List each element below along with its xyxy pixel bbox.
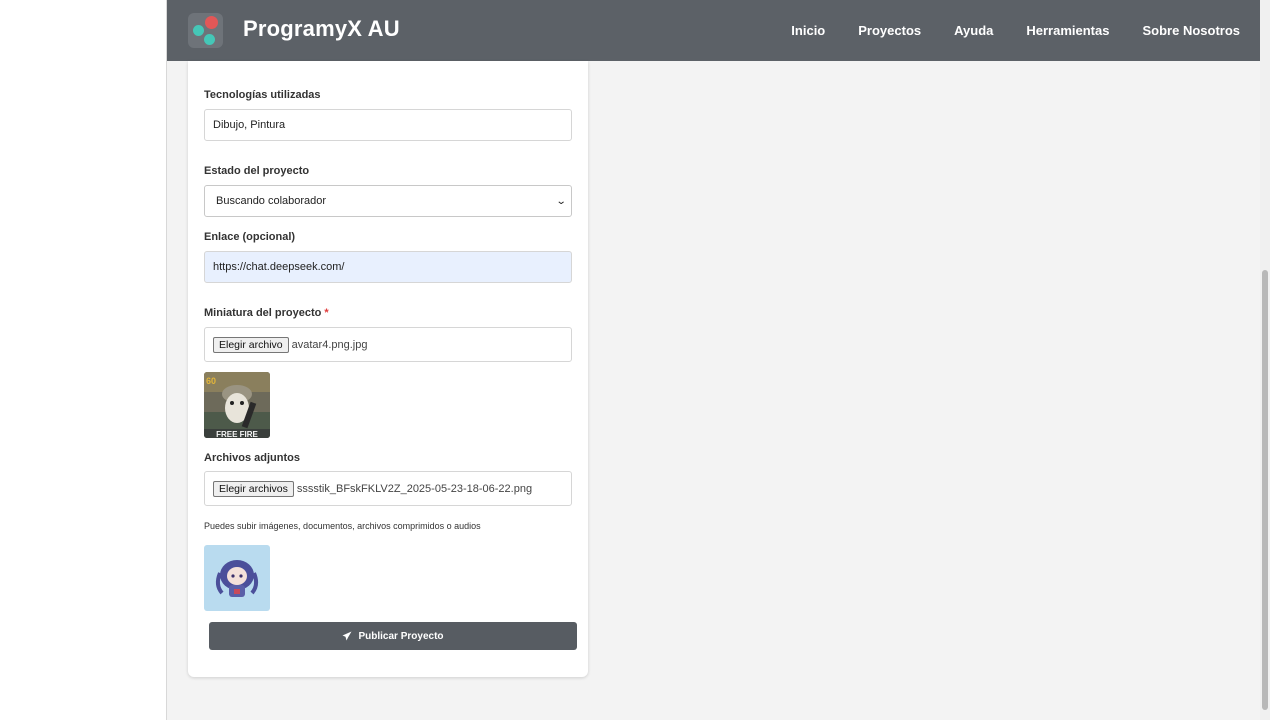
choose-files-button[interactable]: Elegir archivos <box>213 480 294 497</box>
paper-plane-icon <box>342 631 352 641</box>
publish-project-button[interactable]: Publicar Proyecto <box>209 622 577 650</box>
brand-name[interactable]: ProgramyX AU <box>243 16 400 42</box>
nav-item-ayuda[interactable]: Ayuda <box>954 23 993 38</box>
choose-file-button[interactable]: Elegir archivo <box>213 336 289 353</box>
link-input[interactable]: https://chat.deepseek.com/ <box>204 251 572 283</box>
status-select[interactable]: Buscando colaborador ⌄ <box>204 185 572 217</box>
logo-dot-teal-2 <box>204 34 215 45</box>
main-pane: ProgramyX AU Inicio Proyectos Ayuda Herr… <box>167 0 1270 720</box>
status-select-value: Buscando colaborador <box>216 195 327 207</box>
required-asterisk: * <box>324 307 329 319</box>
logo-dot-teal <box>193 25 204 36</box>
tech-input-value: Dibujo, Pintura <box>213 119 286 131</box>
attachment-preview-image <box>204 545 270 611</box>
left-blank-pane <box>0 0 167 720</box>
attachments-file-input[interactable]: Elegir archivos sssstik_BFskFKLV2Z_2025-… <box>204 471 572 506</box>
link-input-value: https://chat.deepseek.com/ <box>213 261 345 273</box>
svg-text:60: 60 <box>206 376 216 386</box>
nav-item-sobre-nosotros[interactable]: Sobre Nosotros <box>1142 23 1240 38</box>
top-navbar: ProgramyX AU Inicio Proyectos Ayuda Herr… <box>167 0 1270 61</box>
project-form-card: Tecnologías utilizadas Dibujo, Pintura E… <box>188 61 588 677</box>
link-label: Enlace (opcional) <box>204 231 296 243</box>
attachments-help-text: Puedes subir imágenes, documentos, archi… <box>204 521 481 531</box>
thumbnail-caption: FREE FIRE <box>216 430 258 438</box>
chevron-down-icon: ⌄ <box>555 195 567 207</box>
thumbnail-file-name: avatar4.png.jpg <box>291 338 368 351</box>
thumbnail-label: Miniatura del proyecto * <box>204 307 329 319</box>
logo-dot-red <box>205 16 218 29</box>
nav-links: Inicio Proyectos Ayuda Herramientas Sobr… <box>791 0 1240 61</box>
tech-label: Tecnologías utilizadas <box>204 89 321 101</box>
attachments-file-name: sssstik_BFskFKLV2Z_2025-05-23-18-06-22.p… <box>296 482 533 495</box>
nav-item-herramientas[interactable]: Herramientas <box>1026 23 1109 38</box>
thumbnail-preview-image: 60 FREE FIRE <box>204 372 270 438</box>
nav-item-inicio[interactable]: Inicio <box>791 23 825 38</box>
nav-item-proyectos[interactable]: Proyectos <box>858 23 921 38</box>
thumbnail-preview-graphic: 60 FREE FIRE <box>204 372 270 438</box>
tech-input[interactable]: Dibujo, Pintura <box>204 109 572 141</box>
attachment-preview-graphic <box>204 545 270 611</box>
page-scrollbar[interactable] <box>1260 0 1270 720</box>
thumbnail-label-text: Miniatura del proyecto <box>204 307 322 319</box>
attachments-label: Archivos adjuntos <box>204 452 300 464</box>
scrollbar-thumb[interactable] <box>1262 270 1268 710</box>
thumbnail-file-input[interactable]: Elegir archivo avatar4.png.jpg <box>204 327 572 362</box>
publish-project-label: Publicar Proyecto <box>358 630 444 642</box>
status-label: Estado del proyecto <box>204 165 310 177</box>
logo-icon[interactable] <box>188 13 223 48</box>
